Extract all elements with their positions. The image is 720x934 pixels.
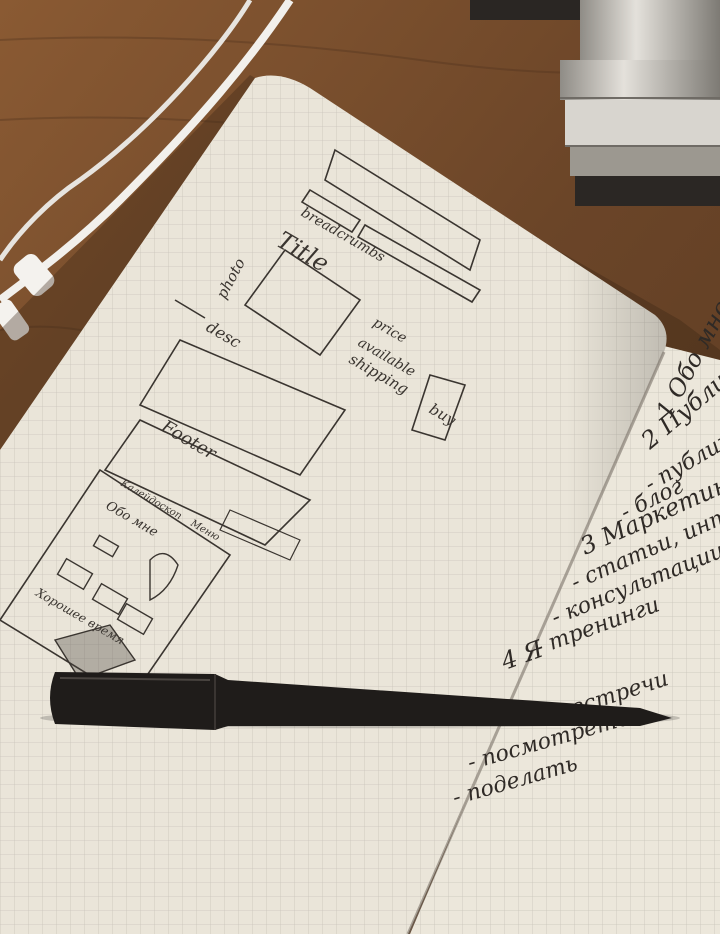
desk-photo-scene: breadcrumbs Title photo desc price avail… (0, 0, 720, 934)
